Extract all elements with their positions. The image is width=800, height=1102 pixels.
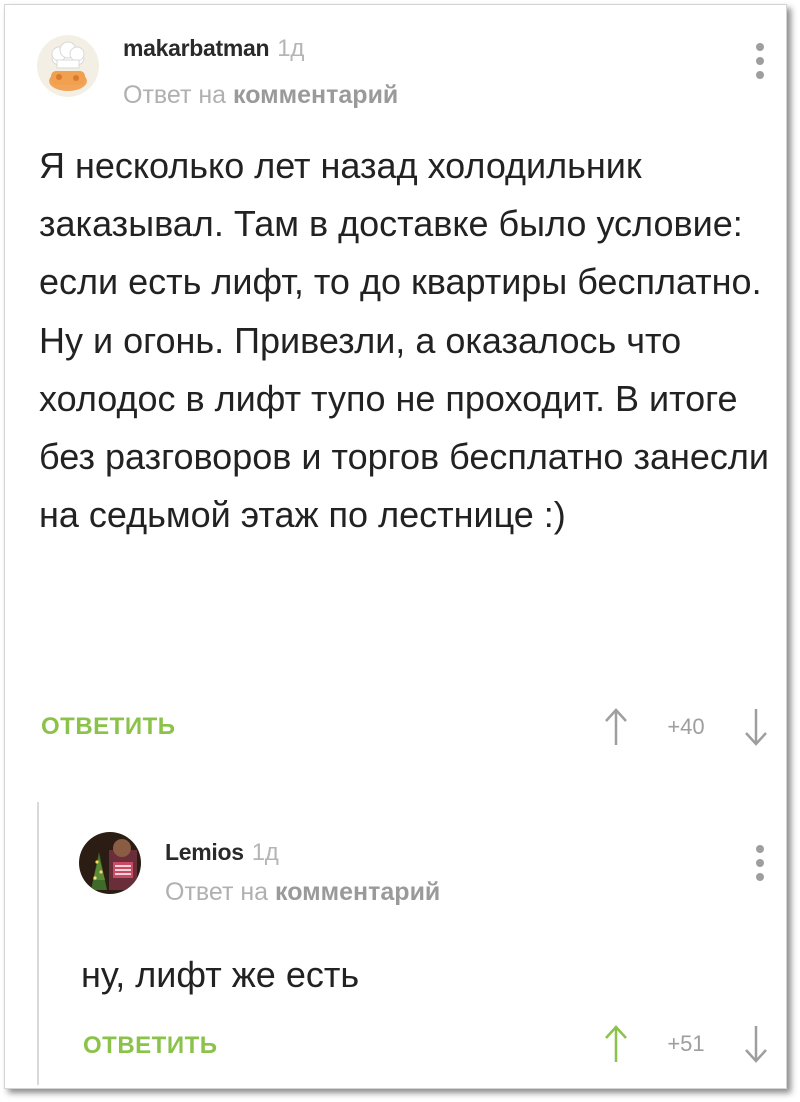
reply-button[interactable]: ОТВЕТИТЬ: [83, 1032, 218, 1060]
comment-time: 1д: [277, 35, 305, 62]
reply-target-link[interactable]: комментарий: [233, 81, 398, 109]
comment-text: ну, лифт же есть: [81, 954, 360, 995]
comment-reply: Lemios 1д Ответ на комментарий ну, лифт ж…: [5, 800, 786, 1088]
vote-controls: +40: [601, 705, 771, 749]
author-name[interactable]: makarbatman: [123, 35, 270, 61]
chef-hat-avatar-icon[interactable]: [37, 35, 99, 97]
vote-score: +51: [667, 1031, 705, 1056]
more-vertical-icon[interactable]: [755, 845, 765, 885]
arrow-down-icon[interactable]: [741, 705, 771, 749]
reply-prefix: Ответ на: [123, 81, 227, 109]
photo-avatar-icon[interactable]: [79, 832, 141, 894]
author-name[interactable]: Lemios: [165, 839, 244, 865]
vote-score: +40: [667, 714, 705, 739]
arrow-up-icon[interactable]: [601, 1022, 631, 1066]
reply-prefix: Ответ на: [165, 878, 269, 906]
reply-button[interactable]: ОТВЕТИТЬ: [41, 713, 176, 741]
arrow-up-icon[interactable]: [601, 705, 631, 749]
reply-target-link[interactable]: комментарий: [275, 878, 440, 906]
arrow-down-icon[interactable]: [741, 1022, 771, 1066]
reply-to-line: Ответ на комментарий: [123, 81, 398, 110]
comments-panel: makarbatman 1д Ответ на комментарий Я нес…: [4, 4, 787, 1089]
comment-text: Я несколько лет назад холодильник заказы…: [39, 145, 770, 536]
comment-time: 1д: [251, 839, 279, 866]
comment-author[interactable]: Lemios 1д: [165, 839, 279, 867]
comment: makarbatman 1д Ответ на комментарий Я нес…: [5, 5, 786, 765]
vote-controls: +51: [601, 1022, 771, 1066]
more-vertical-icon[interactable]: [755, 43, 765, 83]
comment-author[interactable]: makarbatman 1д: [123, 35, 304, 63]
reply-to-line: Ответ на комментарий: [165, 878, 440, 907]
